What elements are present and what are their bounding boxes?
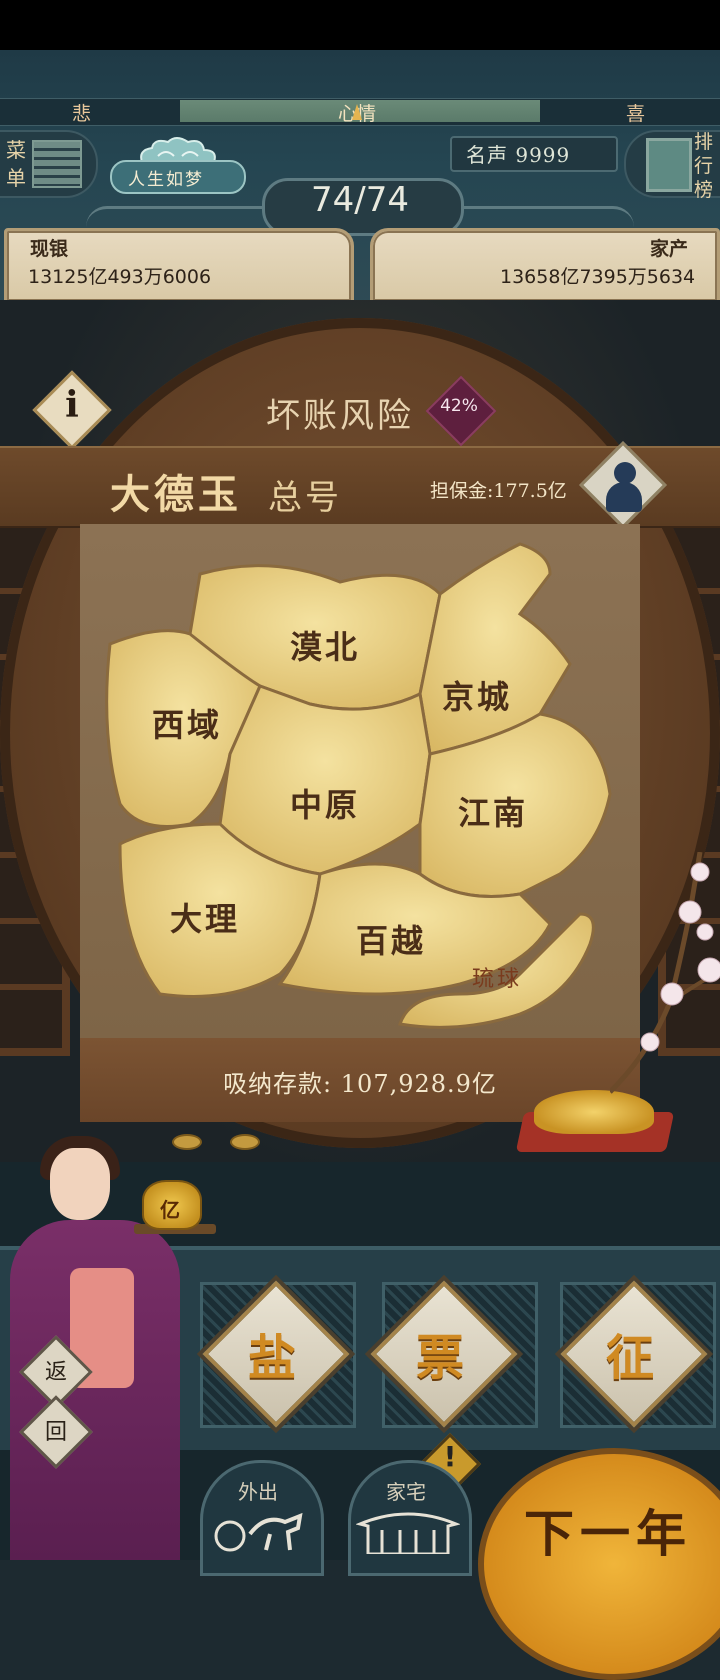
cash-value: 13125亿493万6006 <box>28 266 212 288</box>
region-label-xiyu: 西域 <box>152 706 222 744</box>
silhouette-body-icon <box>606 482 642 512</box>
back-label-bottom[interactable]: 回 <box>30 1414 82 1446</box>
cash-label: 现银 <box>30 238 69 260</box>
leaderboard-label[interactable]: 排行榜 <box>694 130 716 202</box>
region-shape-zhongyuan[interactable] <box>218 684 432 876</box>
banknote-label[interactable]: 票 <box>380 1318 500 1388</box>
region-label-baiyue: 百越 <box>356 922 426 960</box>
region-label-jiangnan: 江南 <box>458 794 528 832</box>
menu-scroll-icon[interactable] <box>32 140 82 188</box>
silhouette-icon <box>614 462 636 484</box>
hp-frame-wing-right <box>454 206 634 227</box>
coin-icon <box>172 1134 202 1150</box>
bad-debt-risk-value: 42% <box>440 396 478 416</box>
house-icon[interactable] <box>356 1504 460 1554</box>
menu-label[interactable]: 菜单 <box>6 136 28 192</box>
status-bar <box>0 0 720 50</box>
levy-label[interactable]: 征 <box>570 1318 690 1388</box>
salt-label[interactable]: 盐 <box>212 1318 332 1388</box>
fame-value: 名声 9999 <box>466 143 571 167</box>
money-bag-label: 亿 <box>160 1198 180 1222</box>
hp-frame-wing-left <box>86 206 266 227</box>
region-label-liuqiu: 琉球 <box>472 967 522 992</box>
region-map: 漠北 西域 京城 中原 江南 大理 百越 琉球 <box>105 542 612 1029</box>
region-label-zhongyuan: 中原 <box>290 786 360 824</box>
horse-carriage-icon[interactable] <box>210 1504 310 1554</box>
assets-value: 13658亿7395万5634 <box>500 266 696 288</box>
collateral-value: 担保金:177.5亿 <box>430 480 567 502</box>
mood-sad-label: 悲 <box>72 103 92 125</box>
stamina-value: 74/74 <box>311 180 409 220</box>
home-label[interactable]: 家宅 <box>386 1476 426 1505</box>
plum-blossom-branch-icon <box>610 852 720 1094</box>
region-label-jingcheng: 京城 <box>442 678 512 716</box>
back-label-top[interactable]: 返 <box>30 1354 82 1386</box>
next-year-label[interactable]: 下一年 <box>524 1494 692 1566</box>
outing-label[interactable]: 外出 <box>238 1476 278 1505</box>
bad-debt-risk-label: 坏账风险 <box>266 396 414 436</box>
info-icon[interactable]: i <box>44 384 100 426</box>
region-label-dali: 大理 <box>170 900 240 938</box>
bank-branch-type: 总号 <box>268 478 342 518</box>
region-label-mobei: 漠北 <box>290 628 360 666</box>
coin-icon <box>230 1134 260 1150</box>
assets-label: 家产 <box>650 238 689 260</box>
mood-pointer-icon <box>352 104 362 120</box>
slogan-text: 人生如梦 <box>128 170 204 190</box>
leaderboard-icon[interactable] <box>646 138 692 192</box>
mood-joy-label: 喜 <box>626 103 646 125</box>
advisor-character-face <box>50 1148 110 1220</box>
bank-name: 大德玉 <box>110 471 242 518</box>
